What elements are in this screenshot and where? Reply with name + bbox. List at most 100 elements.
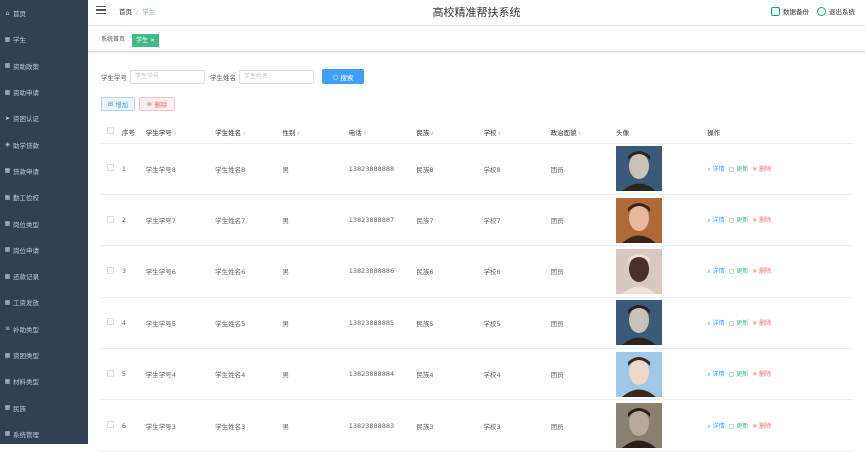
column-header[interactable]: 学生姓名⇕ xyxy=(212,121,280,144)
edit-label: 更新 xyxy=(736,165,749,173)
delete-button[interactable]: ✕ 删除 xyxy=(752,423,771,430)
column-header: 操作 xyxy=(704,121,853,144)
sidebar-item-label: 资助申请 xyxy=(13,89,39,98)
sidebar-item-15[interactable]: ▦ 民族 xyxy=(0,394,88,420)
edit-button[interactable]: ▢ 更新 xyxy=(729,166,749,173)
column-header[interactable]: 学校⇕ xyxy=(480,121,548,144)
table-row: 4 学生学号5 学生姓名5 男 13823888885 民族5 学校5 团员 ⌕ 详情 ▢ 更新 ✕… xyxy=(101,297,853,350)
column-header[interactable]: 政治面貌⇕ xyxy=(547,121,614,144)
row-checkbox[interactable] xyxy=(107,164,114,172)
edit-icon: ▢ xyxy=(728,217,735,225)
edit-button[interactable]: ▢ 更新 xyxy=(729,423,749,430)
edit-button[interactable]: ▢ 更新 xyxy=(729,371,749,378)
sort-icon[interactable]: ⇕ xyxy=(242,131,246,137)
search-button[interactable]: ○ 搜索 xyxy=(322,69,364,84)
row-checkbox[interactable] xyxy=(107,215,114,223)
grid-icon: ▦ xyxy=(4,246,11,254)
edit-icon: ▢ xyxy=(728,268,735,276)
sidebar-item-4[interactable]: ➤ 资困认证 xyxy=(0,105,88,131)
cell-student-no: 学生学号4 xyxy=(142,348,213,401)
cell-name: 学生姓名4 xyxy=(212,348,280,401)
sidebar-item-1[interactable]: ▦ 学生 xyxy=(0,26,88,52)
backup-button[interactable]: 数据备份 xyxy=(783,6,809,16)
select-all-checkbox[interactable] xyxy=(107,127,114,135)
sort-icon[interactable]: ⇕ xyxy=(430,131,434,137)
student-name-input[interactable]: 学生姓名 xyxy=(239,69,314,84)
view-button[interactable]: ⌕ 详情 xyxy=(707,423,724,430)
sidebar-item-label: 岗位类型 xyxy=(13,220,39,229)
sort-icon[interactable]: ⇕ xyxy=(297,131,301,137)
delete-button[interactable]: ✕ 删除 xyxy=(752,268,771,275)
sidebar-item-3[interactable]: ▦ 资助申请 xyxy=(0,79,88,105)
sidebar-item-12[interactable]: ≡ 补助类型 xyxy=(0,316,88,342)
row-checkbox[interactable] xyxy=(107,369,114,377)
edit-button[interactable]: ▢ 更新 xyxy=(729,320,749,327)
sidebar-item-2[interactable]: ▦ 资助政策 xyxy=(0,53,88,79)
sort-icon[interactable]: ⇕ xyxy=(497,131,501,137)
cell-name: 学生姓名6 xyxy=(212,245,280,298)
tag-home[interactable]: 系统首页 xyxy=(98,34,129,47)
sort-icon[interactable]: ⇕ xyxy=(173,131,177,137)
cell-gender: 男 xyxy=(279,297,346,350)
view-button[interactable]: ⌕ 详情 xyxy=(707,217,724,224)
edit-button[interactable]: ▢ 更新 xyxy=(729,217,749,224)
delete-button[interactable]: ✕ 删除 xyxy=(752,166,771,173)
row-checkbox[interactable] xyxy=(107,266,114,274)
view-button[interactable]: ⌕ 详情 xyxy=(707,166,724,173)
delete-button[interactable]: ✕ 删除 xyxy=(752,217,771,224)
sidebar-item-7[interactable]: ▦ 勤工俭校 xyxy=(0,184,88,210)
grid-icon: ▦ xyxy=(4,377,11,385)
batch-delete-button[interactable]: ⊗ 删除 xyxy=(139,97,175,111)
column-header[interactable]: 电话⇕ xyxy=(345,121,414,144)
sidebar-item-6[interactable]: ▦ 贷款申请 xyxy=(0,158,88,184)
cell-political: 团员 xyxy=(547,297,614,350)
sort-icon[interactable]: ⇕ xyxy=(578,131,582,137)
cell-name: 学生姓名5 xyxy=(212,297,280,350)
sidebar-item-0[interactable]: ⌂ 首页 xyxy=(0,0,88,26)
cell-student-no: 学生学号6 xyxy=(142,245,213,298)
tag-student-active[interactable]: 学生 × xyxy=(132,34,159,47)
sidebar-item-10[interactable]: ▦ 还款记录 xyxy=(0,263,88,289)
student-no-input[interactable]: 学生学号 xyxy=(130,69,205,84)
grid-icon: ▦ xyxy=(4,351,11,359)
sidebar-item-16[interactable]: ▦ 系统管理 xyxy=(0,421,88,444)
sidebar-item-label: 首页 xyxy=(13,10,26,19)
view-button[interactable]: ⌕ 详情 xyxy=(707,268,724,275)
delete-button[interactable]: ✕ 删除 xyxy=(752,320,771,327)
logout-button[interactable]: 退出系统 xyxy=(829,6,855,16)
column-header-label: 性别 xyxy=(282,128,296,137)
home-icon: ⌂ xyxy=(5,9,10,17)
edit-button[interactable]: ▢ 更新 xyxy=(729,268,749,275)
sidebar-item-8[interactable]: ▦ 岗位类型 xyxy=(0,210,88,236)
view-button[interactable]: ⌕ 详情 xyxy=(707,320,724,327)
delete-label: 删除 xyxy=(759,268,772,276)
close-icon: ✕ xyxy=(752,268,758,276)
column-header-label: 政治面貌 xyxy=(550,128,577,137)
column-header[interactable]: 性别⇕ xyxy=(279,121,346,144)
grid-icon: ▦ xyxy=(4,167,11,175)
sidebar-item-5[interactable]: ◈ 助学贷款 xyxy=(0,131,88,157)
column-header[interactable]: 学生学号⇕ xyxy=(142,121,213,144)
sidebar-item-14[interactable]: ▦ 材料类型 xyxy=(0,368,88,394)
table-row: 2 学生学号7 学生姓名7 男 13823888887 民族7 学校7 团员 ⌕ 详情 ▢ 更新 ✕… xyxy=(101,194,853,247)
search-button-label: 搜索 xyxy=(340,73,354,82)
row-checkbox[interactable] xyxy=(107,318,114,326)
row-checkbox[interactable] xyxy=(107,421,114,429)
top-navbar: 首页 / 学生 高校精准帮扶系统 数据备份 退出系统 xyxy=(88,0,865,26)
column-header: 序号 xyxy=(118,121,143,144)
delete-button[interactable]: ✕ 删除 xyxy=(752,371,771,378)
view-label: 详情 xyxy=(712,422,725,430)
sidebar-item-label: 资困类型 xyxy=(13,352,39,360)
sidebar-item-11[interactable]: ▦ 工资发放 xyxy=(0,289,88,315)
plus-icon: ⊞ xyxy=(107,100,114,108)
column-header[interactable]: 民族⇕ xyxy=(413,121,481,144)
sort-icon[interactable]: ⇕ xyxy=(363,131,367,137)
sidebar-item-13[interactable]: ▦ 资困类型 xyxy=(0,342,88,368)
add-button[interactable]: ⊞ 增加 xyxy=(101,97,135,111)
edit-icon: ▢ xyxy=(728,319,735,327)
cell-ethnic: 民族7 xyxy=(413,194,481,247)
sidebar-item-9[interactable]: ▦ 岗位申请 xyxy=(0,237,88,263)
view-button[interactable]: ⌕ 详情 xyxy=(707,371,724,378)
close-icon: ✕ xyxy=(752,422,758,430)
edit-label: 更新 xyxy=(736,268,749,276)
